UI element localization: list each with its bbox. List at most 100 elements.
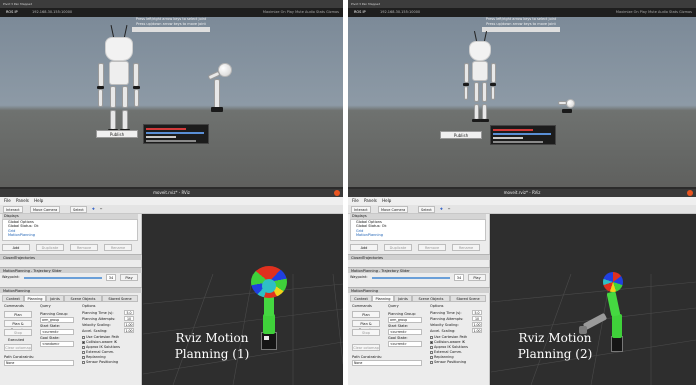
waypoint-slider[interactable] <box>24 277 102 279</box>
rename-button[interactable]: Rename <box>104 244 132 251</box>
motion-planning-header[interactable]: MotionPlanning <box>348 287 490 293</box>
remove-button[interactable]: Remove <box>418 244 446 251</box>
replanning-checkbox[interactable]: Replanning <box>82 355 106 359</box>
play-button[interactable]: Play <box>120 274 138 281</box>
menu-file[interactable]: File <box>352 198 359 203</box>
goal-state-select[interactable]: <random> <box>40 341 74 347</box>
waypoint-slider[interactable] <box>372 277 450 279</box>
menu-help[interactable]: Help <box>34 198 43 203</box>
tab-joints[interactable]: Joints <box>394 295 412 302</box>
tool-select[interactable]: Select <box>70 206 87 213</box>
cartesian-path-checkbox[interactable]: Use Cartesian Path <box>430 335 467 339</box>
goal-state-select[interactable]: <current> <box>388 341 422 347</box>
planning-time-input[interactable]: 5.0 <box>472 310 482 315</box>
replanning-checkbox[interactable]: Replanning <box>430 355 454 359</box>
rviz-3d-view[interactable]: Rviz Motion Planning (1) <box>143 214 343 385</box>
play-button[interactable]: Play <box>468 274 486 281</box>
accel-scaling-input[interactable]: 1.00 <box>472 328 482 333</box>
start-state-select[interactable]: <current> <box>388 329 422 335</box>
planning-time-input[interactable]: 5.0 <box>124 310 134 315</box>
trajectory-slider-header[interactable]: MotionPlanning - Trajectory Slider <box>0 267 142 273</box>
collision-aware-ik-checkbox[interactable]: Collision-aware IK <box>82 340 117 344</box>
ros-ip-value[interactable]: 192.168.30.155:10000 <box>32 8 72 17</box>
cartesian-path-checkbox[interactable]: Use Cartesian Path <box>82 335 119 339</box>
approx-ik-checkbox[interactable]: Approx IK Solutions <box>82 345 120 349</box>
plan-execute-button[interactable]: Plan & Execute <box>352 320 380 332</box>
display-item[interactable]: MotionPlanning <box>351 233 485 237</box>
publish-button[interactable]: Publish <box>440 131 482 139</box>
stop-button[interactable]: Stop <box>4 329 32 336</box>
sensor-positioning-checkbox[interactable]: Sensor Positioning <box>82 360 118 364</box>
tool-interact[interactable]: Interact <box>351 206 371 213</box>
duplicate-button[interactable]: Duplicate <box>384 244 412 251</box>
tab-scene-objects[interactable]: Scene Objects <box>412 295 450 302</box>
start-state-select[interactable]: <current> <box>40 329 74 335</box>
menu-panels[interactable]: Panels <box>364 198 377 203</box>
sensor-positioning-checkbox[interactable]: Sensor Positioning <box>430 360 466 364</box>
tab-context[interactable]: Context <box>350 295 372 302</box>
remove-button[interactable]: Remove <box>70 244 98 251</box>
clear-octomap-button[interactable]: Clear octomap <box>4 344 32 351</box>
tab-stored-scenes[interactable]: Stored Scene <box>450 295 486 302</box>
tab-planning[interactable]: Planning <box>24 295 46 302</box>
display-item[interactable]: MotionPlanning <box>3 233 137 237</box>
caption: Rviz Motion Planning (2) <box>499 330 611 362</box>
rviz-3d-view[interactable]: Rviz Motion Planning (2) <box>491 214 696 385</box>
planning-attempts-input[interactable]: 10 <box>472 316 482 321</box>
external-comm-checkbox[interactable]: External Comm. <box>430 350 462 354</box>
add-tool-icon[interactable]: ✚ <box>440 205 443 214</box>
unity-game-view[interactable]: Press left/right arrow keys to select jo… <box>348 17 696 187</box>
add-tool-icon[interactable]: ✚ <box>92 205 95 214</box>
path-constraints-select[interactable]: None <box>4 360 74 366</box>
add-button[interactable]: Add <box>350 244 378 251</box>
displays-tree[interactable]: Global Options Global Status: Ok Grid Mo… <box>350 219 486 241</box>
accel-scaling-input[interactable]: 1.00 <box>124 328 134 333</box>
game-view-options[interactable]: Maximize On Play Mute Audio Stats Gizmos <box>263 8 339 17</box>
planning-group-select[interactable]: arm_group <box>40 317 74 323</box>
tab-stored-scenes[interactable]: Stored Scene <box>102 295 138 302</box>
close-icon[interactable] <box>687 190 693 196</box>
tab-joints[interactable]: Joints <box>46 295 64 302</box>
tool-interact[interactable]: Interact <box>3 206 23 213</box>
tool-select[interactable]: Select <box>418 206 435 213</box>
motion-planning-header[interactable]: MotionPlanning <box>0 287 142 293</box>
tab-planning[interactable]: Planning <box>372 295 394 302</box>
minus-tool-icon[interactable]: ━ <box>448 205 450 214</box>
path-constraints-select[interactable]: None <box>352 360 422 366</box>
rename-button[interactable]: Rename <box>452 244 480 251</box>
tool-move-camera[interactable]: Move Camera <box>30 206 61 213</box>
closed-trajectories-header[interactable]: ClosedTrajectories <box>0 254 142 260</box>
stop-button[interactable]: Stop <box>352 329 380 336</box>
menu-help[interactable]: Help <box>382 198 391 203</box>
tool-move-camera[interactable]: Move Camera <box>378 206 409 213</box>
velocity-scaling-input[interactable]: 1.00 <box>124 322 134 327</box>
plan-execute-button[interactable]: Plan & Execute <box>4 320 32 332</box>
arm-robot-base <box>211 107 223 112</box>
menu-panels[interactable]: Panels <box>16 198 29 203</box>
tab-context[interactable]: Context <box>2 295 24 302</box>
ros-ip-value[interactable]: 192.168.30.155:10000 <box>380 8 420 17</box>
closed-trajectories-header[interactable]: ClosedTrajectories <box>348 254 490 260</box>
rviz-side-panel: Displays Global Options Global Status: O… <box>0 214 142 385</box>
publish-button[interactable]: Publish <box>96 130 138 138</box>
external-comm-checkbox[interactable]: External Comm. <box>82 350 114 354</box>
plan-button[interactable]: Plan <box>4 311 32 318</box>
tab-scene-objects[interactable]: Scene Objects <box>64 295 102 302</box>
arm-model-link-lower <box>612 314 622 338</box>
displays-tree[interactable]: Global Options Global Status: Ok Grid Mo… <box>2 219 138 241</box>
clear-octomap-button[interactable]: Clear octomap <box>352 344 380 351</box>
duplicate-button[interactable]: Duplicate <box>36 244 64 251</box>
unity-game-view[interactable]: Press left/right arrow keys to select jo… <box>0 17 343 187</box>
game-view-options[interactable]: Maximize On Play Mute Audio Stats Gizmos <box>616 8 692 17</box>
plan-button[interactable]: Plan <box>352 311 380 318</box>
planning-attempts-input[interactable]: 10 <box>124 316 134 321</box>
close-icon[interactable] <box>334 190 340 196</box>
add-button[interactable]: Add <box>2 244 30 251</box>
collision-aware-ik-checkbox[interactable]: Collision-aware IK <box>430 340 465 344</box>
minus-tool-icon[interactable]: ━ <box>100 205 102 214</box>
approx-ik-checkbox[interactable]: Approx IK Solutions <box>430 345 468 349</box>
trajectory-slider-header[interactable]: MotionPlanning - Trajectory Slider <box>348 267 490 273</box>
velocity-scaling-input[interactable]: 1.00 <box>472 322 482 327</box>
menu-file[interactable]: File <box>4 198 11 203</box>
planning-group-select[interactable]: arm_group <box>388 317 422 323</box>
